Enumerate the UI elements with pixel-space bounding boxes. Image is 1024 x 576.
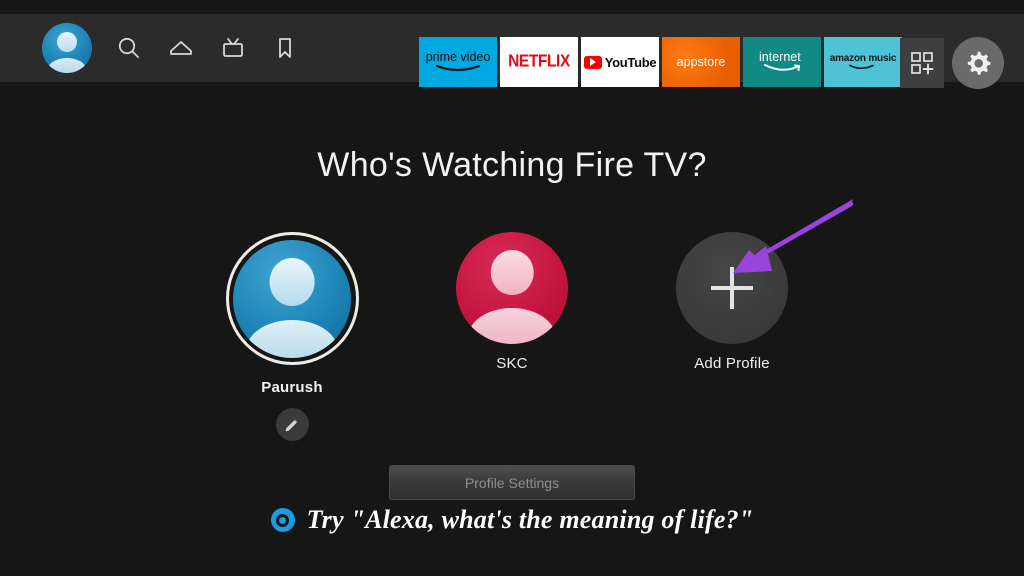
nav-left-group <box>42 14 300 82</box>
bookmark-icon[interactable] <box>270 33 300 63</box>
app-tile-prime-video[interactable]: prime video <box>419 37 497 87</box>
profiles-row: Paurush SKC Add Profile <box>0 232 1024 441</box>
internet-smile-arrow-icon <box>764 64 800 72</box>
plus-icon <box>711 267 753 309</box>
profile-name-paurush: Paurush <box>261 379 323 396</box>
app-tile-amazon-music[interactable]: amazon music <box>824 37 902 87</box>
add-profile-button[interactable] <box>676 232 788 344</box>
nav-right-group <box>900 37 1004 89</box>
alexa-icon <box>270 508 295 532</box>
app-tile-netflix-label: NETFLIX <box>508 51 570 71</box>
app-tile-appstore[interactable]: appstore <box>662 37 740 87</box>
avatar-body-shape <box>47 58 87 73</box>
home-icon[interactable] <box>166 33 196 63</box>
gear-icon[interactable] <box>952 37 1004 89</box>
app-tile-youtube-label: YouTube <box>604 54 657 70</box>
profile-avatar-wrap-skc[interactable] <box>456 232 568 344</box>
alexa-hint-bar: Try "Alexa, what's the meaning of life?" <box>0 505 1024 535</box>
avatar-head-shape <box>269 258 315 306</box>
avatar-body-shape <box>245 319 339 358</box>
profile-avatar-paurush[interactable] <box>233 239 351 358</box>
avatar-head-shape <box>57 31 77 52</box>
app-tiles-group: prime video NETFLIX YouTube appstore int… <box>419 37 902 87</box>
avatar-body-shape <box>468 308 556 344</box>
app-tile-netflix[interactable]: NETFLIX <box>500 37 578 87</box>
profile-avatar-skc[interactable] <box>456 232 568 344</box>
app-tile-internet-label: internet <box>759 49 801 64</box>
app-tile-prime-video-label: prime video <box>425 49 491 64</box>
profile-name-add-profile: Add Profile <box>694 355 770 372</box>
profile-item-add-profile[interactable]: Add Profile <box>650 232 815 372</box>
profile-item-skc[interactable]: SKC <box>430 232 595 372</box>
search-icon[interactable] <box>114 33 144 63</box>
prime-smile-icon <box>435 65 481 72</box>
profile-settings-button[interactable]: Profile Settings <box>389 465 635 500</box>
app-tile-internet[interactable]: internet <box>743 37 821 87</box>
app-tile-youtube[interactable]: YouTube <box>581 37 659 87</box>
edit-profile-pencil-icon[interactable] <box>275 408 309 441</box>
profile-item-paurush[interactable]: Paurush <box>210 232 375 441</box>
youtube-play-icon <box>583 55 602 69</box>
app-tile-appstore-label: appstore <box>676 55 726 69</box>
profile-avatar-selected-ring[interactable] <box>225 232 359 365</box>
alexa-hint-text: Try "Alexa, what's the meaning of life?" <box>306 505 754 534</box>
profile-settings-label: Profile Settings <box>464 474 560 491</box>
plus-vertical-bar <box>730 267 734 309</box>
live-tv-icon[interactable] <box>218 33 248 63</box>
page-title: Who's Watching Fire TV? <box>317 146 707 184</box>
app-tile-amazon-music-label: amazon music <box>829 52 897 64</box>
alexa-ring-shape <box>276 513 290 527</box>
add-profile-wrap[interactable] <box>676 232 788 344</box>
fire-tv-profile-screen: prime video NETFLIX YouTube appstore int… <box>0 0 1024 576</box>
apps-grid-plus-icon[interactable] <box>900 38 944 88</box>
profile-name-skc: SKC <box>496 355 528 372</box>
avatar-head-shape <box>490 249 534 295</box>
amazon-smile-icon <box>849 64 874 69</box>
top-navigation-bar: prime video NETFLIX YouTube appstore int… <box>0 14 1024 89</box>
profile-avatar-icon[interactable] <box>42 23 92 73</box>
